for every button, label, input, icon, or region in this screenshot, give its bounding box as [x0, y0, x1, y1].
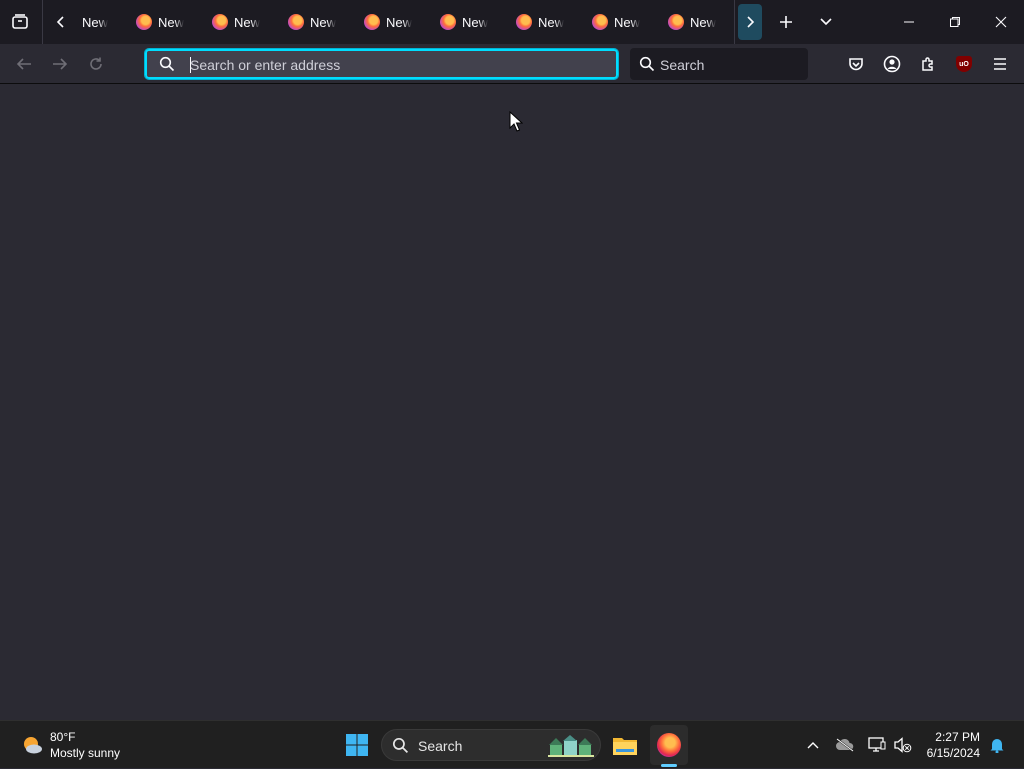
search-bar-placeholder: Search: [660, 57, 705, 73]
page-content: [0, 85, 1024, 720]
tab[interactable]: New Tab: [212, 4, 260, 40]
search-icon: [392, 737, 409, 754]
volume-muted-icon[interactable]: [892, 733, 914, 757]
weather-temp: 80°F: [50, 730, 76, 744]
firefox-icon: [440, 14, 456, 30]
clock-time: 2:27 PM: [935, 730, 980, 744]
firefox-icon: [212, 14, 228, 30]
search-bar[interactable]: Search: [630, 48, 808, 80]
list-all-tabs-icon[interactable]: [812, 8, 840, 36]
weather-condition: Mostly sunny: [50, 746, 121, 760]
file-explorer-icon[interactable]: [606, 727, 644, 763]
reload-icon[interactable]: [82, 50, 110, 78]
tab-label: New Tab: [462, 14, 488, 30]
scroll-tabs-right-icon[interactable]: [738, 4, 762, 40]
tab-label: New Tab: [386, 14, 412, 30]
mouse-pointer: [509, 111, 523, 133]
scroll-tabs-left-icon[interactable]: [50, 10, 72, 34]
search-highlight-icon: [548, 734, 594, 758]
tab-label: New Tab: [538, 14, 564, 30]
firefox-icon: [592, 14, 608, 30]
close-icon[interactable]: [978, 0, 1024, 44]
onedrive-offline-icon[interactable]: [834, 733, 856, 757]
clock-date: 6/15/2024: [926, 746, 980, 760]
firefox-icon: [364, 14, 380, 30]
firefox-icon: [136, 14, 152, 30]
weather-sun-icon: [20, 733, 44, 757]
notification-bell-icon[interactable]: [986, 733, 1008, 757]
extension-badge-text: uO: [959, 60, 969, 68]
tab-label: New Tab: [690, 14, 716, 30]
tab-label: New Tab: [310, 14, 336, 30]
firefox-icon: [668, 14, 684, 30]
new-tab-icon[interactable]: [772, 8, 800, 36]
extensions-icon[interactable]: [914, 50, 942, 78]
tab[interactable]: New Tab: [516, 4, 564, 40]
tab-label: New Tab: [158, 14, 184, 30]
hamburger-menu-icon[interactable]: [986, 50, 1014, 78]
tab-strip-divider: [42, 0, 43, 44]
weather-widget[interactable]: 80°F Mostly sunny: [10, 721, 140, 769]
minimize-icon[interactable]: [886, 0, 932, 44]
firefox-icon: [288, 14, 304, 30]
tab-label: New Tab: [82, 14, 108, 30]
account-icon[interactable]: [878, 50, 906, 78]
taskbar-search[interactable]: Search: [381, 729, 601, 761]
tab[interactable]: New Tab: [364, 4, 412, 40]
tab-label: New Tab: [614, 14, 640, 30]
tab[interactable]: New Tab: [136, 4, 184, 40]
address-bar[interactable]: [144, 48, 619, 80]
tab[interactable]: New Tab: [592, 4, 640, 40]
tab[interactable]: New Tab: [440, 4, 488, 40]
back-icon[interactable]: [10, 50, 38, 78]
forward-icon[interactable]: [46, 50, 74, 78]
clock[interactable]: 2:27 PM 6/15/2024: [916, 721, 982, 769]
taskbar: 80°F Mostly sunny Search 2:27 PM 6/15/20…: [0, 720, 1024, 768]
tab-label: New Tab: [234, 14, 260, 30]
windows-start-icon[interactable]: [340, 727, 374, 763]
network-icon[interactable]: [866, 733, 888, 757]
search-icon: [159, 56, 175, 72]
search-icon: [639, 56, 655, 72]
taskbar-search-label: Search: [418, 738, 463, 754]
pocket-icon[interactable]: [842, 50, 870, 78]
tab[interactable]: New Tab: [668, 4, 716, 40]
tab-overview-icon[interactable]: [8, 10, 32, 34]
tab[interactable]: New Tab: [82, 4, 108, 40]
restore-icon[interactable]: [932, 0, 978, 44]
tab-strip: New Tab New Tab New Tab New Tab New Tab …: [0, 0, 1024, 44]
tab-strip-divider: [734, 0, 735, 44]
firefox-icon: [516, 14, 532, 30]
navigation-toolbar: Search uO: [0, 44, 1024, 84]
active-app-indicator: [661, 764, 677, 767]
address-input[interactable]: [190, 55, 590, 75]
firefox-icon[interactable]: [650, 725, 688, 765]
show-hidden-icons-chevron-icon[interactable]: [802, 733, 824, 757]
tab[interactable]: New Tab: [288, 4, 336, 40]
ublock-origin-icon[interactable]: uO: [950, 50, 978, 78]
